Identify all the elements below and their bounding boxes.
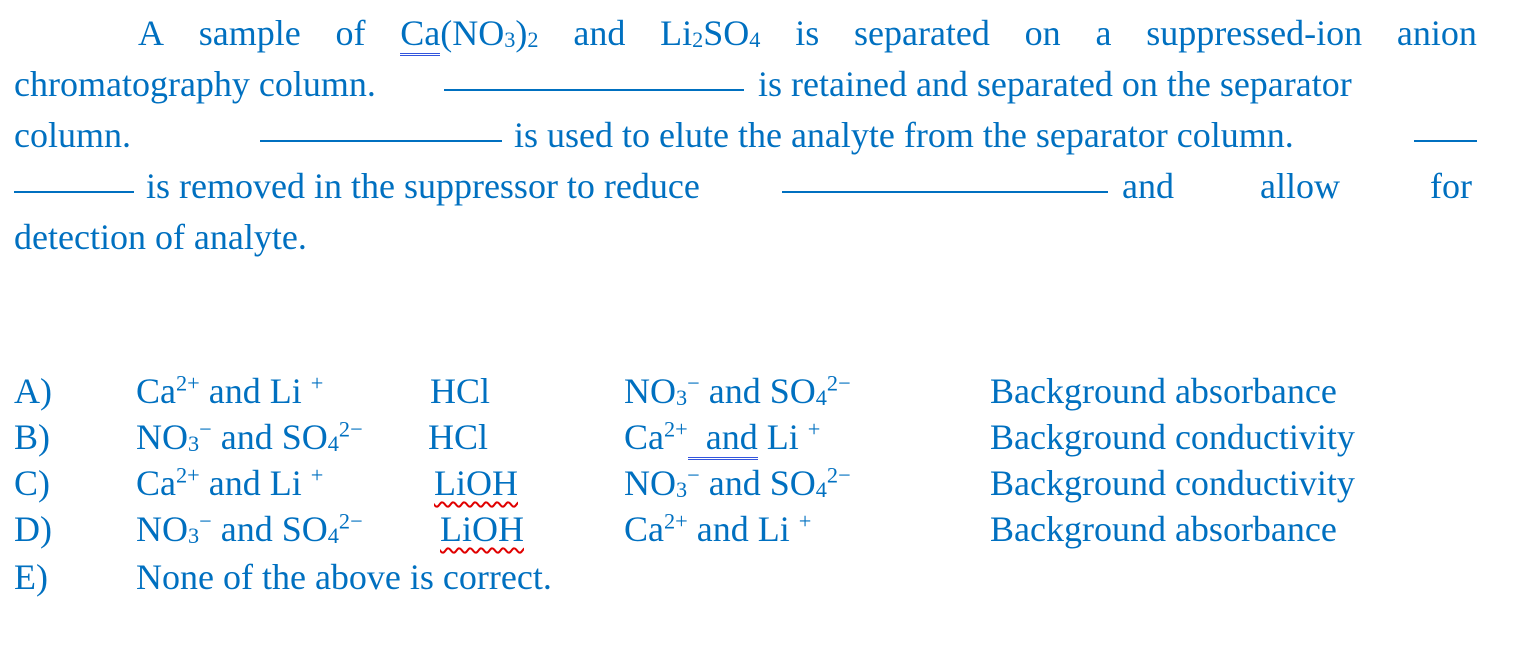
text-segment: chromatography column.	[14, 64, 376, 104]
option-letter: A)	[14, 371, 52, 411]
text-segment: is retained and separated on the separat…	[758, 64, 1352, 104]
option-col3-cations: Ca2+ and Li +	[624, 508, 812, 549]
word: separated	[853, 13, 990, 53]
grammar-flagged-text: Ca	[400, 13, 441, 56]
option-col3-anions: NO3− and SO42−	[624, 370, 851, 411]
question-line-4: is removed in the suppressor to reduce a…	[14, 161, 1477, 212]
grammar-flagged-text: and	[687, 417, 758, 460]
subscript: 3	[504, 26, 516, 52]
option-letter: C)	[14, 463, 50, 503]
question-line-2: chromatography column. is retained and s…	[14, 59, 1477, 110]
text-segment: is removed in the suppressor to reduce	[146, 166, 700, 206]
option-col4-background: Background absorbance	[990, 509, 1337, 549]
text-segment: detection of analyte.	[14, 217, 307, 257]
word: is	[795, 13, 820, 53]
calcium-nitrate-formula: Ca(NO3)2	[400, 8, 539, 59]
answer-blank-3b[interactable]	[14, 161, 134, 193]
formula-part: SO	[703, 13, 750, 53]
option-letter: E)	[14, 557, 48, 597]
word: allow	[1260, 166, 1340, 206]
option-col4-background: Background absorbance	[990, 371, 1337, 411]
option-letter: B)	[14, 417, 50, 457]
option-col2-eluent-spell-flagged: LiOH	[434, 463, 518, 503]
word: and	[1122, 166, 1174, 206]
answer-blank-2[interactable]	[260, 110, 502, 142]
text-segment: column.	[14, 115, 131, 155]
option-col4-background: Background conductivity	[990, 417, 1355, 457]
word: A	[138, 13, 164, 53]
formula-part: )	[515, 13, 528, 53]
answer-blank-4[interactable]	[782, 161, 1108, 193]
word: anion	[1396, 13, 1477, 53]
option-col1-cations: Ca2+ and Li +	[136, 462, 324, 503]
option-letter: D)	[14, 509, 52, 549]
option-text: None of the above is correct.	[136, 557, 552, 597]
answer-blank-1[interactable]	[444, 59, 744, 91]
subscript: 2	[692, 26, 704, 52]
word: and	[573, 13, 626, 53]
subscript: 2	[527, 26, 539, 52]
formula-part: Li	[660, 13, 693, 53]
subscript: 4	[749, 26, 761, 52]
option-col1-anions: NO3− and SO42−	[136, 508, 363, 549]
word: on	[1024, 13, 1061, 53]
word: for	[1430, 166, 1472, 206]
option-col2-eluent-spell-flagged: LiOH	[440, 509, 524, 549]
option-col3-cations: Ca2+ and Li +	[624, 414, 820, 460]
option-col1-cations: Ca2+ and Li +	[136, 370, 324, 411]
option-col2-eluent: HCl	[428, 417, 489, 457]
question-line-5: detection of analyte.	[14, 212, 307, 263]
answer-blank-3a[interactable]	[1414, 110, 1477, 142]
option-col4-background: Background conductivity	[990, 463, 1355, 503]
formula-part: (NO	[440, 13, 505, 53]
word: sample	[198, 13, 301, 53]
option-col2-eluent: HCl	[430, 371, 491, 411]
word: of	[335, 13, 366, 53]
question-line-1: A sample of Ca(NO3)2 and Li2SO4 is separ…	[138, 8, 1477, 59]
text-segment: is used to elute the analyte from the se…	[514, 115, 1294, 155]
option-col3-anions: NO3− and SO42−	[624, 462, 851, 503]
lithium-sulfate-formula: Li2SO4	[660, 8, 760, 59]
word: suppressed-ion	[1146, 13, 1363, 53]
word: a	[1095, 13, 1112, 53]
question-line-3: column. is used to elute the analyte fro…	[14, 110, 1477, 161]
option-col1-anions: NO3− and SO42−	[136, 416, 363, 457]
